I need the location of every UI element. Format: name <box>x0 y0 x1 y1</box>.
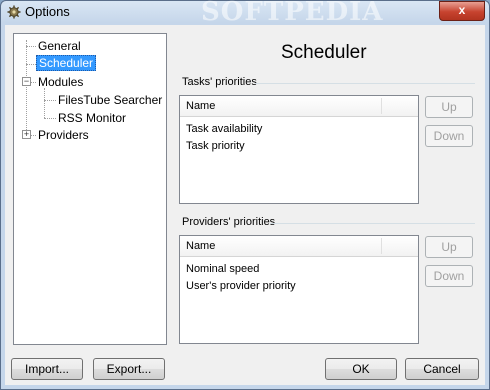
dialog-client-area: General Scheduler − Modules FilesTube Se… <box>5 25 485 385</box>
options-window: Options SOFTPEDIA x General Scheduler − <box>0 0 490 390</box>
column-separator <box>381 238 382 254</box>
tree-item-filestube-searcher[interactable]: FilesTube Searcher <box>58 92 162 108</box>
list-item[interactable]: Task availability <box>186 121 262 138</box>
modules-collapse-icon[interactable]: − <box>22 77 31 86</box>
list-item[interactable]: User's provider priority <box>186 278 296 295</box>
tree-item-label: General <box>38 39 81 53</box>
title-bar[interactable]: Options SOFTPEDIA x <box>1 0 489 27</box>
tree-item-scheduler[interactable]: Scheduler <box>36 55 97 71</box>
providers-expand-icon[interactable]: + <box>22 130 31 139</box>
providers-down-button[interactable]: Down <box>425 265 473 287</box>
tree-item-modules[interactable]: Modules <box>38 74 83 90</box>
options-gear-icon <box>7 5 21 19</box>
close-icon: x <box>458 3 466 17</box>
list-column-header[interactable]: Name <box>180 236 418 257</box>
import-button[interactable]: Import... <box>11 358 83 380</box>
ok-button[interactable]: OK <box>325 358 397 380</box>
tree-item-rss-monitor[interactable]: RSS Monitor <box>58 110 126 126</box>
group-divider <box>270 223 475 224</box>
group-divider <box>255 83 475 84</box>
tree-connector <box>44 118 56 119</box>
cancel-button[interactable]: Cancel <box>405 358 479 380</box>
tree-item-label: Providers <box>38 128 89 142</box>
export-button[interactable]: Export... <box>93 358 165 380</box>
tree-item-label: RSS Monitor <box>58 111 127 125</box>
tasks-up-button[interactable]: Up <box>425 96 473 118</box>
tree-item-general[interactable]: General <box>38 38 81 54</box>
name-column-header: Name <box>186 240 216 252</box>
tree-connector <box>26 40 27 132</box>
name-column-header: Name <box>186 100 216 112</box>
tree-item-label: Scheduler <box>36 55 97 71</box>
providers-up-button[interactable]: Up <box>425 236 473 258</box>
window-title: Options <box>25 4 70 19</box>
tasks-group-label: Tasks' priorities <box>182 76 257 88</box>
list-item[interactable]: Task priority <box>186 138 245 155</box>
tree-connector <box>26 46 36 47</box>
list-item[interactable]: Nominal speed <box>186 261 259 278</box>
providers-priority-list[interactable]: Name Nominal speed User's provider prior… <box>179 235 419 344</box>
close-button[interactable]: x <box>439 1 485 21</box>
tasks-priority-list[interactable]: Name Task availability Task priority <box>179 95 419 204</box>
list-column-header[interactable]: Name <box>180 96 418 117</box>
tasks-down-button[interactable]: Down <box>425 125 473 147</box>
tree-item-label: FilesTube Searcher <box>58 93 163 107</box>
watermark-logo: SOFTPEDIA <box>201 0 384 27</box>
tree-connector <box>26 64 36 65</box>
tree-connector <box>31 82 36 83</box>
options-tree[interactable]: General Scheduler − Modules FilesTube Se… <box>13 33 167 345</box>
tree-connector <box>31 135 36 136</box>
tree-item-providers[interactable]: Providers <box>38 127 89 143</box>
page-title: Scheduler <box>281 42 367 63</box>
tree-item-label: Modules <box>38 75 84 89</box>
column-separator <box>381 98 382 114</box>
tree-connector <box>44 100 56 101</box>
tree-connector <box>44 88 45 118</box>
providers-group-label: Providers' priorities <box>182 216 276 228</box>
